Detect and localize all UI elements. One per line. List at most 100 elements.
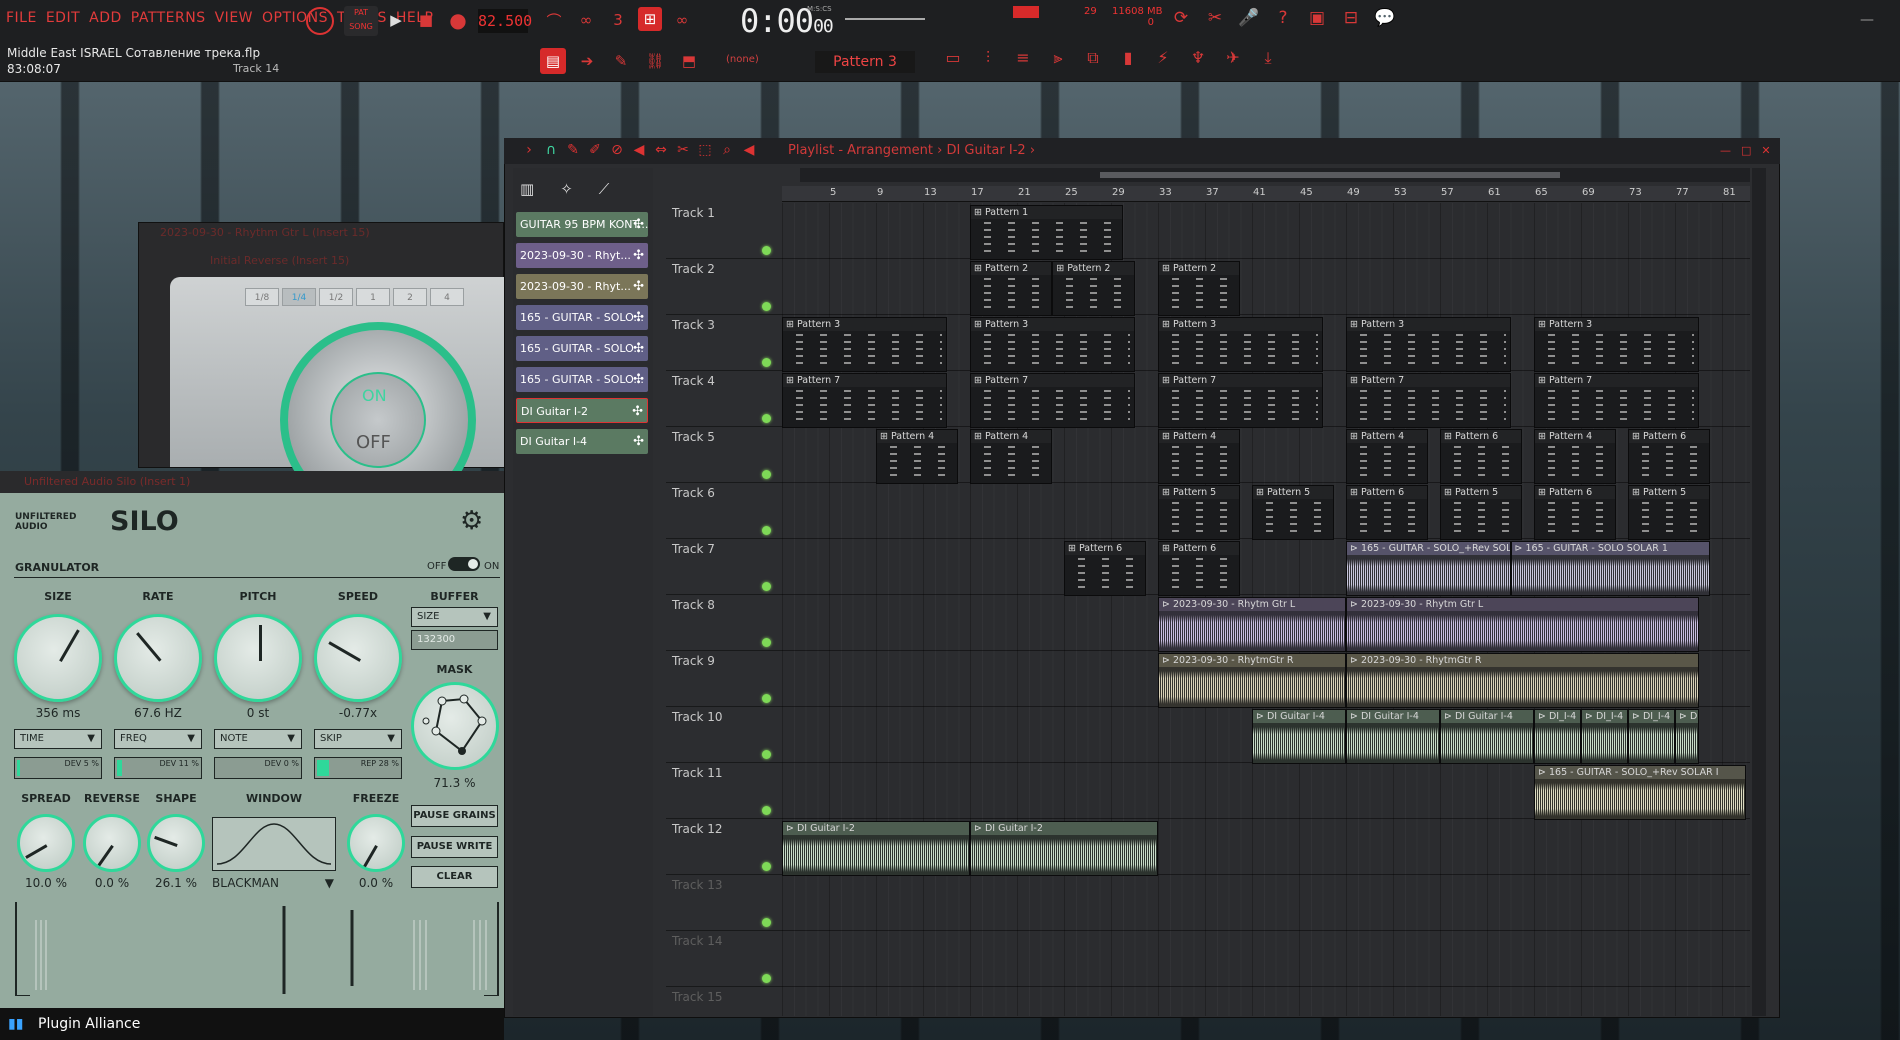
minimize-icon[interactable]: —: [1860, 12, 1874, 28]
playlist-clip[interactable]: ⊳ DI_I-4: [1581, 709, 1628, 764]
pat-song-toggle[interactable]: PAT SONG: [344, 6, 378, 36]
playlist-clip[interactable]: ⊞ Pattern 3: [1534, 317, 1699, 372]
size-dev-slider[interactable]: DEV 5 %: [14, 757, 102, 779]
metronome-icon[interactable]: ⌒: [542, 8, 566, 32]
track-mute-led[interactable]: [762, 414, 771, 423]
playlist-clip[interactable]: ⊞ Pattern 5: [1628, 485, 1711, 540]
clipboard-icon[interactable]: ▮: [1115, 48, 1141, 68]
clip-source-item[interactable]: 165 - GUITAR - SOLO... ✣: [516, 367, 648, 392]
rate-dev-slider[interactable]: DEV 11 %: [114, 757, 202, 779]
play-icon[interactable]: ▶: [384, 8, 408, 32]
add-clip-icon[interactable]: ✣: [633, 243, 644, 268]
playlist-clip[interactable]: ⊞ Pattern 6: [1064, 541, 1147, 596]
channel-rack-icon[interactable]: ⫶: [975, 48, 1001, 68]
vertical-scrollbar[interactable]: [1752, 168, 1766, 1016]
pitch-dev-slider[interactable]: DEV 0 %: [214, 757, 302, 779]
countdown-icon[interactable]: 3: [606, 8, 630, 32]
snap-selector[interactable]: (none): [726, 54, 759, 65]
playlist-clip[interactable]: ⊳ 2023-09-30 - RhytmGtr R: [1346, 653, 1699, 708]
playlist-clip[interactable]: ⊞ Pattern 6: [1628, 429, 1711, 484]
track-name[interactable]: Track 8: [672, 598, 715, 612]
record-icon[interactable]: ●: [446, 8, 470, 32]
rate-option[interactable]: 1/8: [245, 288, 279, 306]
reverse-knob[interactable]: [83, 814, 141, 872]
gear-icon[interactable]: ⚙: [460, 506, 483, 536]
playlist-clip[interactable]: ⊞ Pattern 3: [1346, 317, 1511, 372]
download-icon[interactable]: ⤓: [1255, 48, 1281, 68]
track-name[interactable]: Track 12: [672, 822, 722, 836]
playlist-clip[interactable]: ⊞ Pattern 7: [1158, 373, 1323, 428]
track-mute-led[interactable]: [762, 694, 771, 703]
track-mute-led[interactable]: [762, 582, 771, 591]
track-mute-led[interactable]: [762, 806, 771, 815]
plugin-icon[interactable]: ⚡: [1150, 48, 1176, 68]
playlist-clip[interactable]: ⊳ DI Guitar I-2: [970, 821, 1158, 876]
playlist-icon[interactable]: ▤: [540, 48, 566, 74]
add-clip-icon[interactable]: ✣: [633, 429, 644, 454]
render-icon[interactable]: ⊟: [1340, 8, 1362, 28]
chat-icon[interactable]: 💬: [1374, 8, 1396, 28]
playlist-clip[interactable]: ⊞ Pattern 6: [1346, 485, 1429, 540]
playlist-clip[interactable]: ⊳ DI_I-4: [1675, 709, 1699, 764]
playlist-clip[interactable]: ⊞ Pattern 4: [1534, 429, 1617, 484]
size-mode-select[interactable]: TIME: [14, 729, 102, 749]
pause-write-button[interactable]: PAUSE WRITE: [411, 836, 498, 858]
playlist-clip[interactable]: ⊞ Pattern 4: [1158, 429, 1241, 484]
playlist-clip[interactable]: ⊞ Pattern 7: [1534, 373, 1699, 428]
playlist-clip[interactable]: ⊞ Pattern 4: [970, 429, 1053, 484]
maximize-icon[interactable]: □: [1741, 144, 1751, 157]
playlist-clip[interactable]: ⊞ Pattern 5: [1252, 485, 1335, 540]
track-name[interactable]: Track 1: [672, 206, 715, 220]
granulator-toggle[interactable]: [448, 557, 480, 571]
magnet-icon[interactable]: ∩: [542, 142, 560, 158]
pitch-knob[interactable]: [214, 614, 302, 702]
menu-view[interactable]: VIEW: [215, 10, 253, 26]
tempo-display[interactable]: 82.500: [478, 9, 532, 33]
playlist-clip[interactable]: ⊳ DI Guitar I-2: [782, 821, 970, 876]
track-name[interactable]: Track 5: [672, 430, 715, 444]
close-icon[interactable]: ✕: [1761, 144, 1770, 157]
arrow-right-icon[interactable]: ➔: [574, 48, 600, 74]
track-mute-led[interactable]: [762, 246, 771, 255]
rate-option-selected[interactable]: 1/4: [282, 288, 316, 306]
track-name[interactable]: Track 9: [672, 654, 715, 668]
paint-icon[interactable]: ✐: [586, 142, 604, 158]
spread-knob[interactable]: [17, 814, 75, 872]
delete-icon[interactable]: ⊘: [608, 142, 626, 158]
playlist-clip[interactable]: ⊳ DI_I-4: [1628, 709, 1675, 764]
playlist-clip[interactable]: ⊞ Pattern 2: [1158, 261, 1241, 316]
clip-source-item[interactable]: DI Guitar I-4 ✣: [516, 429, 648, 454]
window-select[interactable]: BLACKMAN ▼: [212, 876, 336, 890]
zoom-icon[interactable]: ⌕: [718, 142, 736, 158]
arrow-icon[interactable]: ›: [520, 142, 538, 158]
playlist-clip[interactable]: ⊞ Pattern 1: [970, 205, 1123, 260]
track-mute-led[interactable]: [762, 302, 771, 311]
track-name[interactable]: Track 3: [672, 318, 715, 332]
menu-edit[interactable]: EDIT: [46, 10, 80, 26]
pitch-mode-select[interactable]: NOTE: [214, 729, 302, 749]
playlist-clip[interactable]: ⊞ Pattern 3: [1158, 317, 1323, 372]
playlist-clip[interactable]: ⊳ 2023-09-30 - Rhytm Gtr L: [1158, 597, 1346, 652]
master-volume-knob[interactable]: [306, 7, 334, 35]
rate-option[interactable]: 1/2: [319, 288, 353, 306]
playlist-clip[interactable]: ⊳ DI Guitar I-4: [1346, 709, 1440, 764]
playlist-clip[interactable]: ⊞ Pattern 3: [970, 317, 1135, 372]
help-icon[interactable]: ?: [1272, 8, 1294, 28]
buffer-mode-select[interactable]: SIZE: [411, 607, 498, 627]
playlist-clip[interactable]: ⊳ 165 - GUITAR - SOLO_+Rev SOLAR 1: [1346, 541, 1511, 596]
link-icon[interactable]: ⛓: [642, 48, 668, 74]
playlist-clip[interactable]: ⊳ DI Guitar I-4: [1252, 709, 1346, 764]
pause-grains-button[interactable]: PAUSE GRAINS: [411, 805, 498, 827]
scissors-icon[interactable]: ✂: [1204, 8, 1226, 28]
track-mute-led[interactable]: [762, 750, 771, 759]
mixer-icon[interactable]: ≡: [1010, 48, 1036, 68]
loop-record-icon[interactable]: ∞: [670, 8, 694, 32]
playlist-clip[interactable]: ⊞ Pattern 6: [1534, 485, 1617, 540]
step-edit-icon[interactable]: ⊞: [638, 7, 662, 31]
rate-mode-select[interactable]: FREQ: [114, 729, 202, 749]
mic-icon[interactable]: 🎤: [1238, 8, 1260, 28]
piano-keys-icon[interactable]: ▥: [520, 180, 534, 198]
pencil-icon[interactable]: ✎: [608, 48, 634, 74]
refresh-icon[interactable]: ⟳: [1170, 8, 1192, 28]
wait-icon[interactable]: ∞: [574, 8, 598, 32]
